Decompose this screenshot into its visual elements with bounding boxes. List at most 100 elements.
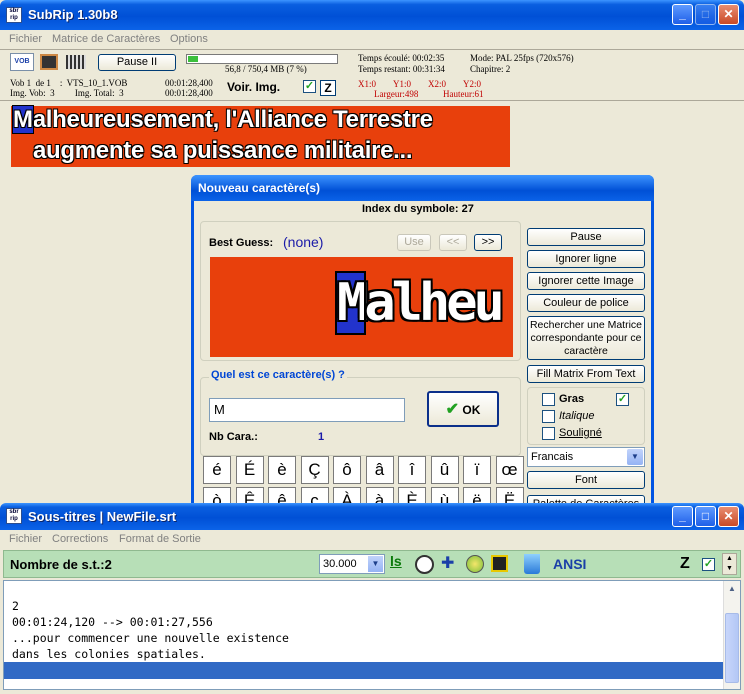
use-button[interactable]: Use (397, 234, 431, 251)
char-key[interactable]: â (365, 456, 394, 484)
fps-chevron-icon[interactable]: ▼ (368, 556, 383, 572)
time-end: 00:01:28,400 (165, 88, 213, 98)
menu-matrice[interactable]: Matrice de Caractères (52, 33, 160, 45)
char-key[interactable]: é (203, 456, 231, 484)
srt-scrollbar[interactable]: ▲ (723, 581, 740, 689)
subtitle-image: Malheureusement, l'Alliance Terrestre au… (11, 105, 510, 167)
elapsed-time: Temps écoulé: 00:02:35 (358, 53, 445, 63)
time-start: 00:01:28,400 (165, 78, 213, 88)
char-key[interactable]: î (398, 456, 426, 484)
subs-menu-fichier[interactable]: Fichier (9, 533, 42, 545)
remaining-time: Temps restant: 00:31:34 (358, 64, 445, 74)
souligne-checkbox[interactable] (542, 427, 555, 440)
progress-bar (186, 54, 338, 64)
vob-icon[interactable]: VOB (10, 53, 34, 71)
x1-coord: X1:0 (358, 79, 376, 89)
ansi-label[interactable]: ANSI (553, 556, 586, 572)
info-panel: VOB Pause II 56,8 / 750,4 MB (7 %) Temps… (0, 49, 744, 101)
maximize-button[interactable]: □ (695, 4, 716, 25)
main-menu-bar: Fichier Matrice de Caractères Options (0, 30, 744, 49)
ignore-line-button[interactable]: Ignorer ligne (527, 250, 645, 268)
best-guess-value: (none) (283, 234, 324, 250)
chevron-down-icon[interactable]: ▼ (627, 449, 643, 465)
srt-text-area[interactable]: 2 00:01:24,120 --> 00:01:27,556 ...pour … (3, 580, 741, 690)
subs-menu-format[interactable]: Format de Sortie (119, 533, 201, 545)
current-char-highlight: M (12, 105, 34, 134)
char-key[interactable]: œ (495, 456, 524, 484)
voir-img-checkbox[interactable]: ✓ (303, 80, 316, 93)
char-key[interactable]: É (235, 456, 264, 484)
scroll-thumb[interactable] (725, 613, 739, 683)
minimize-button[interactable]: _ (672, 4, 693, 25)
best-guess-group: Best Guess: (none) Use << >> Malheu (200, 221, 521, 361)
ok-button[interactable]: ✔ OK (427, 391, 499, 427)
progress-fill (188, 56, 198, 62)
menu-options[interactable]: Options (170, 33, 208, 45)
vob-info: Vob 1 de 1 : VTS_10_1.VOB (10, 78, 128, 88)
language-select[interactable]: Francais ▼ (527, 447, 645, 467)
puzzle-icon[interactable]: ✚ (441, 555, 459, 573)
ignore-image-button[interactable]: Ignorer cette Image (527, 272, 645, 290)
x2-coord: X2:0 (428, 79, 446, 89)
subs-minimize-button[interactable]: _ (672, 506, 693, 527)
dialog-title: Nouveau caractère(s) (198, 181, 321, 195)
subs-menu-bar: Fichier Corrections Format de Sortie (0, 530, 744, 549)
font-color-button[interactable]: Couleur de police (527, 294, 645, 312)
prev-button[interactable]: << (439, 234, 467, 251)
grid-icon[interactable] (66, 55, 86, 69)
ls-icon[interactable]: ls (390, 553, 406, 575)
question-group: Quel est ce caractère(s) ? M ✔ OK Nb Car… (200, 369, 521, 456)
font-button[interactable]: Font (527, 471, 645, 489)
preview-text: alheu (364, 273, 505, 333)
spinner-icon[interactable]: ▲ ▼ (722, 553, 737, 575)
subs-checkbox[interactable]: ✓ (702, 558, 715, 571)
main-window-title: SubRip 1.30b8 (28, 7, 118, 22)
char-key[interactable]: Ç (300, 456, 329, 484)
fps-select[interactable]: 30.000 ▼ (319, 554, 385, 574)
char-key[interactable]: è (268, 456, 296, 484)
new-char-dialog: Nouveau caractère(s) Index du symbole: 2… (191, 175, 654, 522)
z-toggle-button[interactable]: Z (320, 80, 336, 96)
subs-close-button[interactable]: ✕ (718, 506, 739, 527)
srt-selected-line[interactable] (4, 662, 723, 679)
clock-icon[interactable] (415, 555, 434, 574)
y2-coord: Y2:0 (463, 79, 481, 89)
search-matrix-button[interactable]: Rechercher une Matrice correspondante po… (527, 316, 645, 360)
subs-maximize-button[interactable]: □ (695, 506, 716, 527)
scroll-up-icon[interactable]: ▲ (724, 584, 740, 593)
srt-text-line1: ...pour commencer une nouvelle existence (12, 631, 289, 645)
globe-icon[interactable] (466, 555, 484, 573)
voir-img-label: Voir. Img. (227, 80, 281, 94)
char-key[interactable]: û (430, 456, 459, 484)
next-button[interactable]: >> (474, 234, 502, 251)
preview-highlight: M (334, 271, 368, 335)
char-input[interactable]: M (209, 398, 405, 422)
best-guess-label: Best Guess: (209, 237, 274, 249)
fill-matrix-button[interactable]: Fill Matrix From Text (527, 365, 645, 383)
menu-fichier[interactable]: Fichier (9, 33, 42, 45)
subs-title-bar: sbr rip Sous-titres | NewFile.srt _ □ ✕ (0, 503, 744, 530)
largeur-text: Largeur:498 (374, 89, 419, 99)
progress-text: 56,8 / 750,4 MB (7 %) (225, 64, 307, 74)
img-vob-info: Img. Vob: 3 Img. Total: 3 (10, 88, 124, 98)
checkmark-icon: ✔ (445, 401, 460, 418)
close-button[interactable]: ✕ (718, 4, 739, 25)
symbol-index: Index du symbole: 27 (362, 203, 474, 215)
subtitle-line1: alheureusement, l'Alliance Terrestre (32, 106, 433, 133)
gras-label: Gras (559, 393, 585, 405)
subrip-app-icon: sbr rip (6, 7, 22, 23)
char-key[interactable]: ï (463, 456, 491, 484)
save-icon[interactable] (491, 555, 508, 572)
trash-icon[interactable] (524, 554, 540, 574)
char-key[interactable]: ô (333, 456, 361, 484)
italique-checkbox[interactable] (542, 410, 555, 423)
pause-button[interactable]: Pause II (98, 54, 176, 71)
pause-dialog-button[interactable]: Pause (527, 228, 645, 246)
dialog-body: Index du symbole: 27 Best Guess: (none) … (194, 201, 651, 519)
film-icon[interactable] (40, 54, 58, 70)
mode-text: Mode: PAL 25fps (720x576) (470, 53, 574, 63)
z-label[interactable]: Z (680, 555, 690, 573)
subs-menu-corrections[interactable]: Corrections (52, 533, 108, 545)
gras-checkbox[interactable] (542, 393, 555, 406)
gras-confirm-checkbox[interactable]: ✓ (616, 393, 629, 406)
